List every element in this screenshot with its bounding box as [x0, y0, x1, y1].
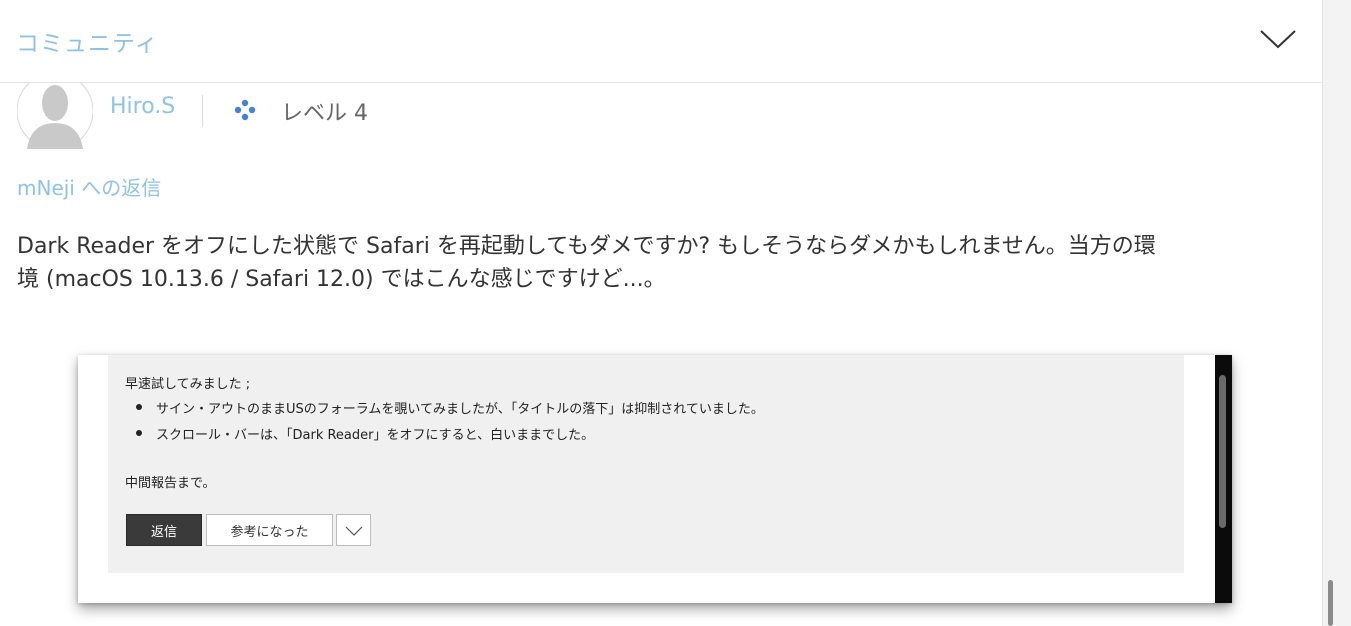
screenshot-bullet: スクロール・バーは、「Dark Reader」をオフにすると、白いままでした。	[156, 428, 595, 443]
screenshot-bullet: サイン・アウトのままUSのフォーラムを覗いてみましたが、「タイトルの落下」は抑制…	[156, 402, 764, 417]
divider	[202, 95, 203, 127]
screenshot-closing: 中間報告まで。	[125, 476, 216, 491]
reply-to-link[interactable]: mNeji への返信	[17, 172, 161, 201]
page-scrollbar[interactable]	[1322, 0, 1351, 626]
avatar[interactable]	[17, 83, 93, 149]
embedded-screenshot: 早速試してみました ; サイン・アウトのままUSのフォーラムを覗いてみましたが、…	[78, 355, 1232, 603]
bullet-dot	[136, 404, 142, 410]
chevron-down-icon	[345, 526, 363, 536]
chevron-down-icon[interactable]	[1259, 27, 1297, 51]
screenshot-scrollbar-thumb	[1219, 375, 1226, 528]
reply-button: 返信	[126, 514, 202, 546]
reply-to-suffix: への返信	[74, 176, 162, 200]
community-header: コミュニティ	[0, 0, 1322, 83]
more-options-button	[336, 514, 371, 546]
reply-to-user[interactable]: mNeji	[17, 176, 75, 200]
post-line: Dark Reader をオフにした状態で Safari を再起動してもダメです…	[17, 234, 1156, 259]
level-icon	[232, 98, 258, 122]
user-level: レベル 4	[281, 101, 368, 126]
helpful-button: 参考になった	[206, 514, 333, 546]
screenshot-scrollbar	[1215, 355, 1232, 603]
post-body: Dark Reader をオフにした状態で Safari を再起動してもダメです…	[17, 230, 1307, 296]
screenshot-intro: 早速試してみました ;	[125, 377, 251, 392]
post-line: 境 (macOS 10.13.6 / Safari 12.0) ではこんな感じで…	[17, 267, 666, 292]
community-title[interactable]: コミュニティ	[16, 24, 159, 58]
bullet-dot	[136, 430, 142, 436]
author-name[interactable]: Hiro.S	[110, 94, 175, 119]
page-scrollbar-thumb[interactable]	[1328, 580, 1333, 626]
